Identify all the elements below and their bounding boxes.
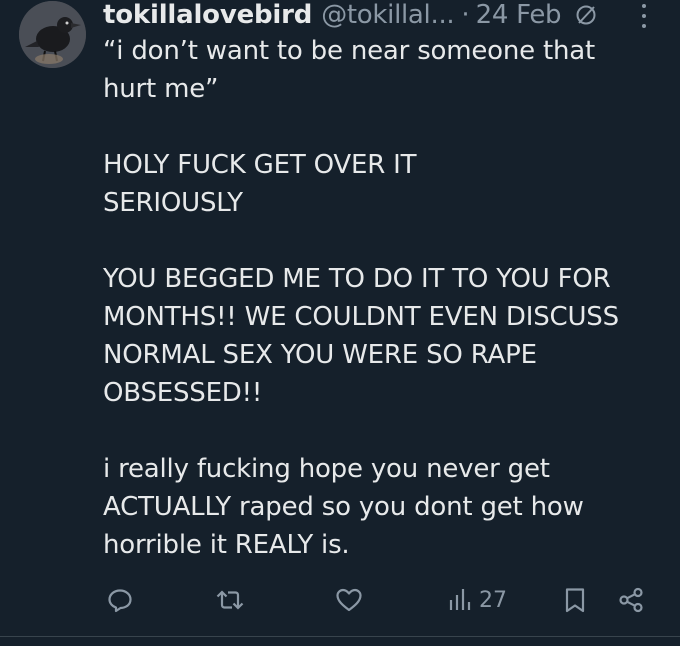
paragraph: i really fucking hope you never get ACTU… — [103, 450, 673, 564]
text-line: horrible it REALY is. — [103, 530, 350, 560]
user-handle[interactable]: @tokillal... — [321, 0, 454, 30]
paragraph: “i don’t want to be near someone that hu… — [103, 32, 673, 108]
tweet-date[interactable]: 24 Feb — [476, 0, 562, 30]
text-line: SERIOUSLY — [103, 188, 243, 218]
text-line: NORMAL SEX YOU WERE SO RAPE — [103, 340, 537, 370]
retweet-button[interactable] — [215, 582, 245, 618]
heart-icon — [336, 588, 362, 612]
paragraph: HOLY FUCK GET OVER IT SERIOUSLY — [103, 146, 673, 222]
tweet[interactable]: tokillalovebird @tokillal... · 24 Feb “i… — [0, 0, 680, 646]
separator-dot: · — [461, 0, 470, 30]
bird-avatar-image — [19, 1, 86, 68]
avatar[interactable] — [19, 1, 86, 68]
text-line: “i don’t want to be near someone that — [103, 36, 596, 66]
tweet-header: tokillalovebird @tokillal... · 24 Feb — [103, 0, 673, 30]
text-line: HOLY FUCK GET OVER IT — [103, 150, 417, 180]
tweet-actions: 27 — [0, 582, 680, 618]
text-line: OBSESSED!! — [103, 378, 263, 408]
tweet-text: “i don’t want to be near someone that hu… — [103, 32, 673, 564]
display-name[interactable]: tokillalovebird — [103, 0, 312, 30]
reply-icon — [108, 589, 132, 613]
share-button[interactable] — [617, 582, 645, 618]
text-line: ACTUALLY raped so you dont get how — [103, 492, 584, 522]
like-button[interactable] — [334, 582, 364, 618]
bookmark-icon — [565, 588, 585, 613]
restricted-reply-icon — [575, 4, 597, 26]
views-button[interactable]: 27 — [448, 582, 507, 618]
reply-button[interactable] — [106, 582, 134, 618]
text-line: hurt me” — [103, 74, 219, 104]
text-line: YOU BEGGED ME TO DO IT TO YOU FOR — [103, 264, 611, 294]
text-line: i really fucking hope you never get — [103, 454, 550, 484]
text-line: MONTHS!! WE COULDNT EVEN DISCUSS — [103, 302, 619, 332]
views-icon — [449, 589, 471, 610]
paragraph: YOU BEGGED ME TO DO IT TO YOU FOR MONTHS… — [103, 260, 673, 412]
divider — [0, 636, 680, 637]
bookmark-button[interactable] — [563, 582, 587, 618]
retweet-icon — [216, 590, 244, 610]
more-options-icon[interactable] — [636, 4, 652, 28]
share-icon — [619, 587, 643, 613]
views-count: 27 — [479, 587, 507, 613]
